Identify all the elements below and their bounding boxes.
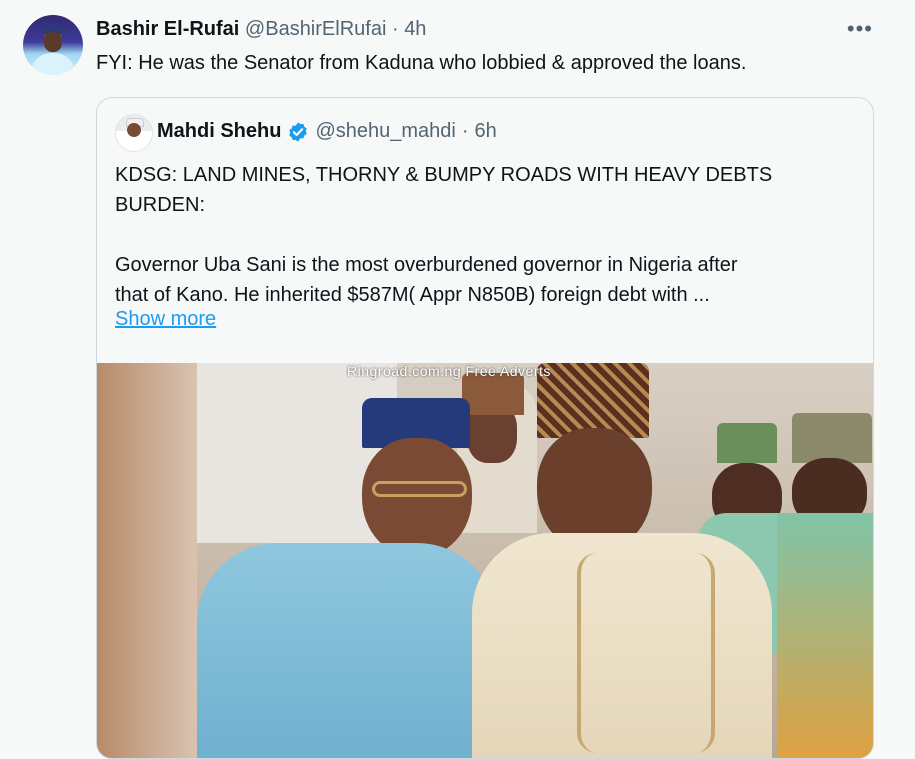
quoted-tweet[interactable]: Mahdi Shehu @shehu_mahdi · 6h KDSG: LAND… [96, 97, 874, 759]
photo-embroidery [577, 553, 715, 753]
photo-body-right [777, 513, 873, 758]
author-avatar[interactable] [23, 15, 83, 75]
photo-body-blue [197, 543, 497, 758]
tweet-time[interactable]: 4h [404, 18, 426, 40]
avatar-body [31, 53, 75, 75]
quote-author-avatar[interactable] [115, 114, 153, 152]
photo-glasses [372, 481, 467, 497]
quote-headline-line: KDSG: LAND MINES, THORNY & BUMPY ROADS W… [115, 164, 773, 186]
quote-body-line: Governor Uba Sani is the most overburden… [115, 254, 738, 276]
photo-cap-green [717, 423, 777, 463]
more-icon[interactable]: ••• [847, 16, 873, 42]
tweet-header: Bashir El-Rufai @BashirElRufai · 4h [96, 18, 426, 41]
verified-badge-icon [287, 121, 309, 143]
tweet-text: FYI: He was the Senator from Kaduna who … [96, 52, 747, 74]
header-separator: · [391, 18, 399, 40]
author-name[interactable]: Bashir El-Rufai [96, 18, 239, 40]
photo-figure-left [97, 363, 197, 758]
quote-text: KDSG: LAND MINES, THORNY & BUMPY ROADS W… [115, 160, 855, 310]
photo-embroidered-cap [537, 363, 649, 438]
show-more-link[interactable]: Show more [115, 308, 216, 331]
photo-face-blue [362, 438, 472, 558]
quote-headline-line: BURDEN: [115, 194, 206, 216]
quote-author-name[interactable]: Mahdi Shehu [157, 120, 281, 143]
photo-cap-back [462, 373, 524, 415]
quote-header: Mahdi Shehu @shehu_mahdi · 6h [157, 120, 497, 143]
image-watermark: Ringroad.com.ng Free Adverts [347, 363, 551, 379]
avatar-face [44, 32, 62, 52]
quote-photo[interactable]: Ringroad.com.ng Free Adverts [97, 363, 873, 758]
quote-author-handle[interactable]: @shehu_mahdi [315, 120, 455, 143]
quote-separator: · [461, 120, 469, 142]
photo-cap-right [792, 413, 872, 463]
avatar-face [127, 123, 141, 137]
quote-time[interactable]: 6h [475, 120, 497, 143]
quote-body-line: that of Kano. He inherited $587M( Appr N… [115, 284, 710, 306]
author-handle[interactable]: @BashirElRufai [245, 18, 386, 40]
